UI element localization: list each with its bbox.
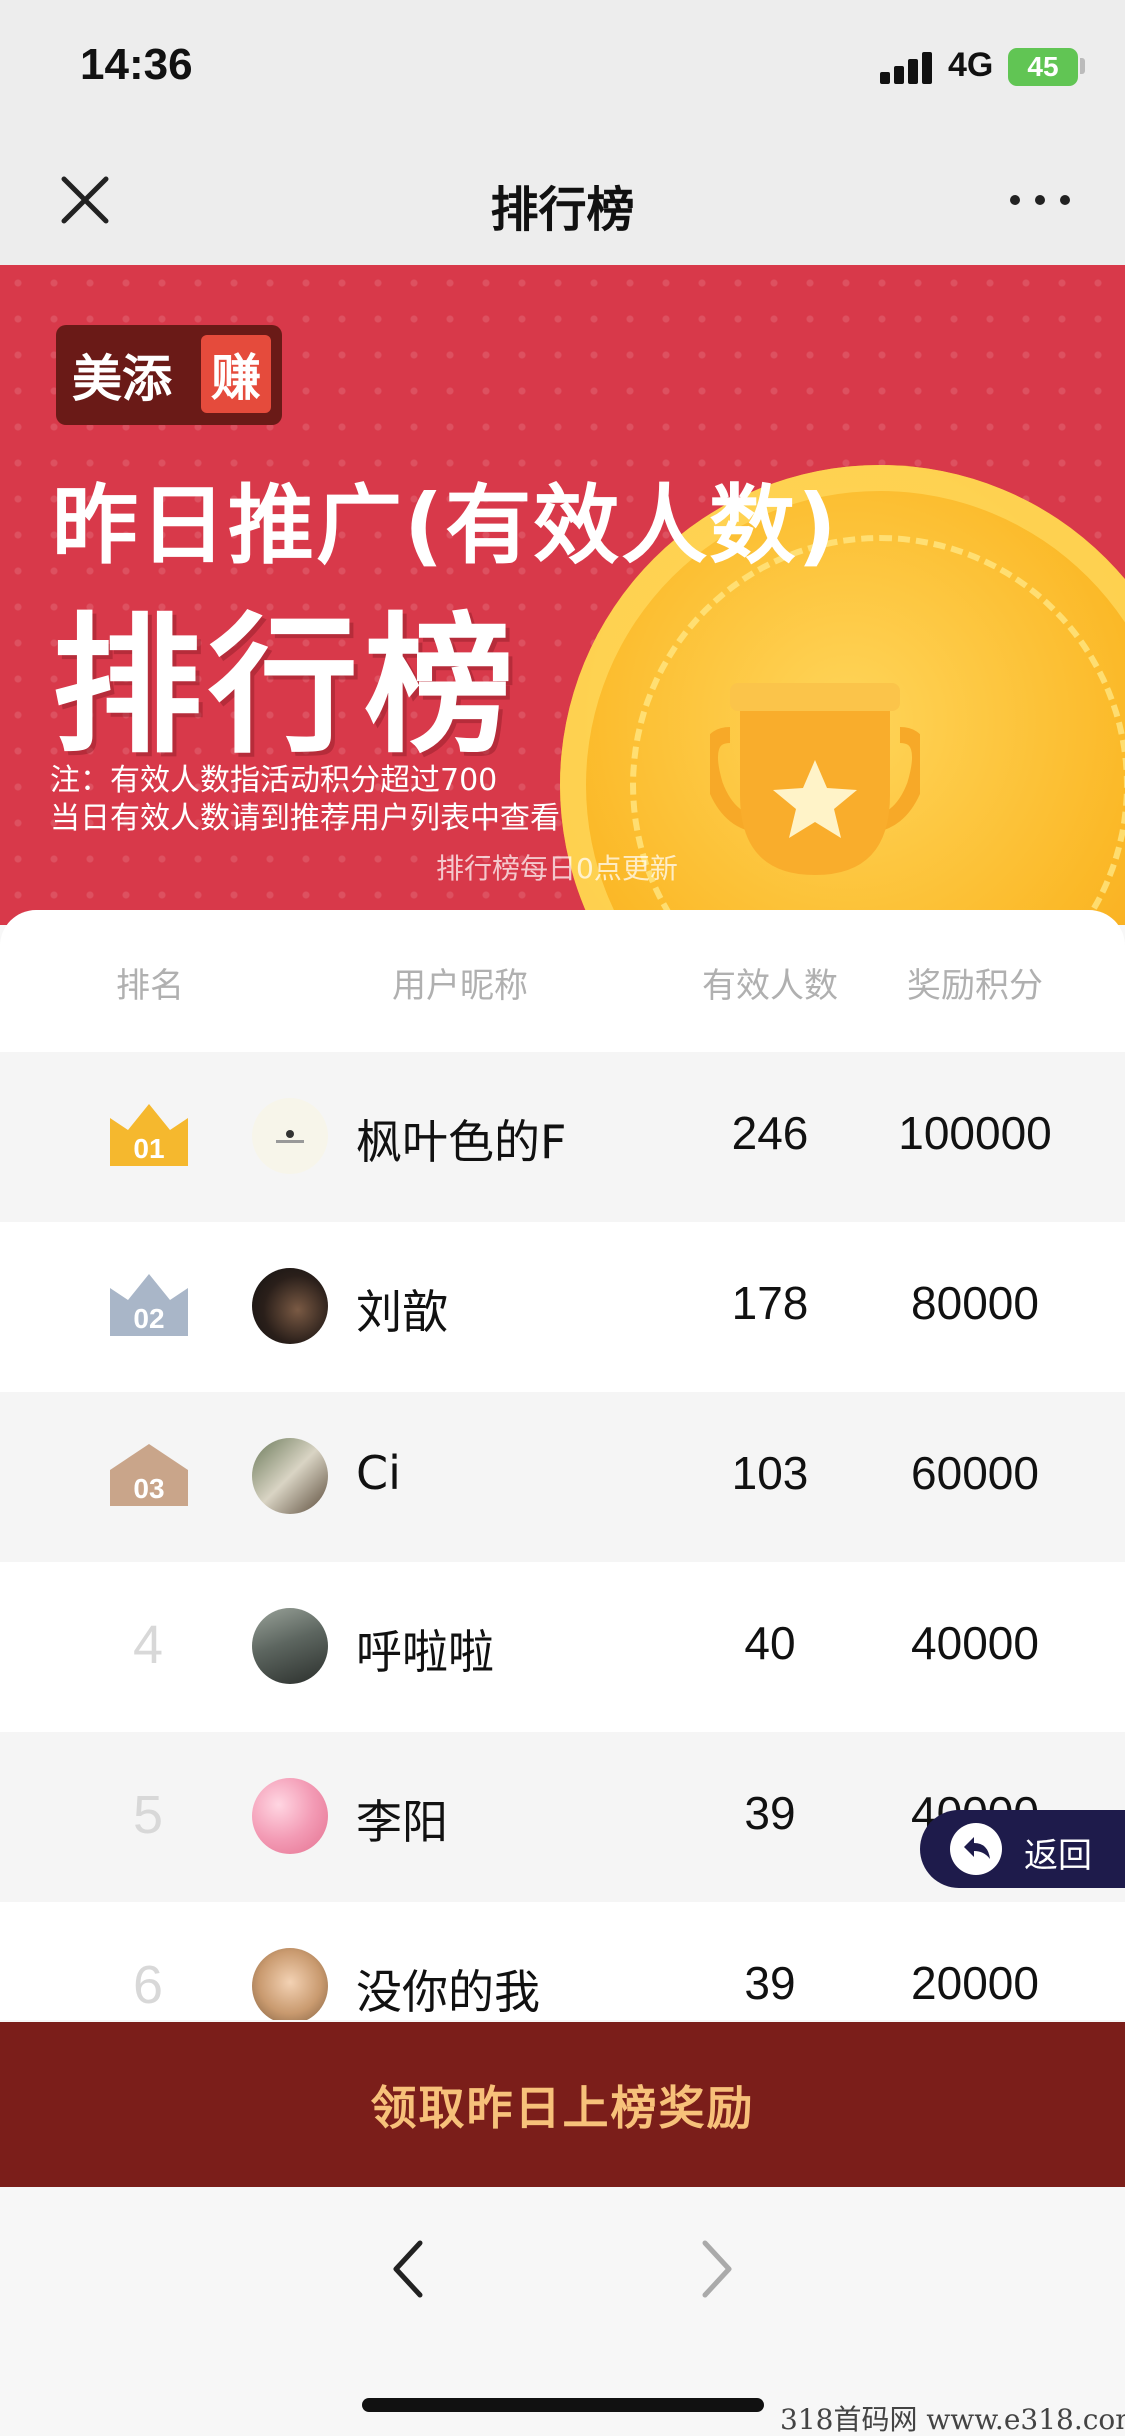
table-header: 排名 用户昵称 有效人数 奖励积分 [0,910,1125,1052]
svg-text:02: 02 [133,1303,164,1334]
nickname: 没你的我 [356,1965,540,2019]
avatar [252,1608,328,1684]
chevron-right-icon[interactable] [685,2229,745,2309]
logo-badge: 赚 [201,335,271,413]
table-row: 6 没你的我 39 20000 [0,1902,1125,2020]
promo-banner: 美添 赚 昨日推广(有效人数) 排行榜 注：有效人数指活动积分超过700 当日有… [0,265,1125,925]
header-rank: 排名 [116,966,184,1006]
banner-big-title: 排行榜 [52,600,521,774]
rank-number: 4 [132,1615,164,1675]
silver-crown-badge-icon: 02 [110,1274,188,1336]
floating-back-button[interactable]: 返回 [920,1810,1125,1888]
close-icon[interactable] [50,165,120,235]
reward-points: 40000 [911,1617,1039,1669]
header-points: 奖励积分 [907,966,1043,1006]
nickname: 李阳 [356,1795,448,1849]
reward-points: 20000 [911,1957,1039,2009]
status-time: 14:36 [80,40,193,89]
rank-number: 6 [132,1955,164,2015]
effective-count: 103 [731,1447,809,1499]
effective-count: 39 [744,1957,796,2009]
status-bar: 14:36 4G 45 [0,0,1125,140]
table-row: 01 枫叶色的F 246 100000 [0,1052,1125,1222]
banner-note-2: 当日有效人数请到推荐用户列表中查看 [50,801,560,836]
claim-reward-button[interactable]: 领取昨日上榜奖励 [0,2022,1125,2187]
brand-logo: 美添 赚 [56,325,282,425]
svg-text:03: 03 [133,1473,164,1504]
avatar [252,1948,328,2020]
reward-points: 80000 [911,1277,1039,1329]
nickname: 刘歆 [356,1285,448,1339]
page-title: 排行榜 [490,182,635,238]
effective-count: 178 [731,1277,809,1329]
update-note: 排行榜每日0点更新 [436,852,678,885]
floating-back-label: 返回 [1024,1836,1092,1876]
reward-points: 60000 [911,1447,1039,1499]
table-row: 03 Ci 103 60000 [0,1392,1125,1562]
avatar [252,1438,328,1514]
return-arrow-icon [950,1823,1002,1875]
effective-count: 39 [744,1787,796,1839]
bronze-crown-badge-icon: 03 [110,1444,188,1506]
battery-icon: 45 [1008,48,1078,86]
banner-headline: 昨日推广(有效人数) [52,476,839,576]
battery-level: 45 [1027,51,1059,82]
network-type: 4G [948,46,994,84]
claim-reward-label: 领取昨日上榜奖励 [370,2080,755,2135]
nickname: Ci [356,1446,401,1500]
avatar [252,1268,328,1344]
table-row: 4 呼啦啦 40 40000 [0,1562,1125,1732]
logo-text: 美添 [72,350,172,408]
header-nickname: 用户昵称 [392,966,528,1006]
signal-icon [880,52,936,84]
avatar [252,1778,328,1854]
home-indicator[interactable] [362,2398,764,2412]
rank-number: 5 [132,1785,164,1845]
nav-bar: 排行榜 [0,140,1125,265]
chevron-left-icon[interactable] [380,2229,440,2309]
battery-tip [1080,58,1085,74]
watermark: 318首码网 www.e318.com [780,2403,1125,2436]
more-icon[interactable] [1005,180,1075,220]
effective-count: 40 [744,1617,796,1669]
trophy-icon [710,683,920,875]
table-row: 02 刘歆 178 80000 [0,1222,1125,1392]
effective-count: 246 [731,1107,809,1159]
avatar [252,1098,328,1174]
svg-text:01: 01 [133,1133,164,1164]
nickname: 枫叶色的F [356,1115,567,1169]
header-count: 有效人数 [702,966,838,1006]
reward-points: 100000 [898,1107,1052,1159]
gold-crown-badge-icon: 01 [110,1104,188,1166]
nickname: 呼啦啦 [356,1625,494,1679]
